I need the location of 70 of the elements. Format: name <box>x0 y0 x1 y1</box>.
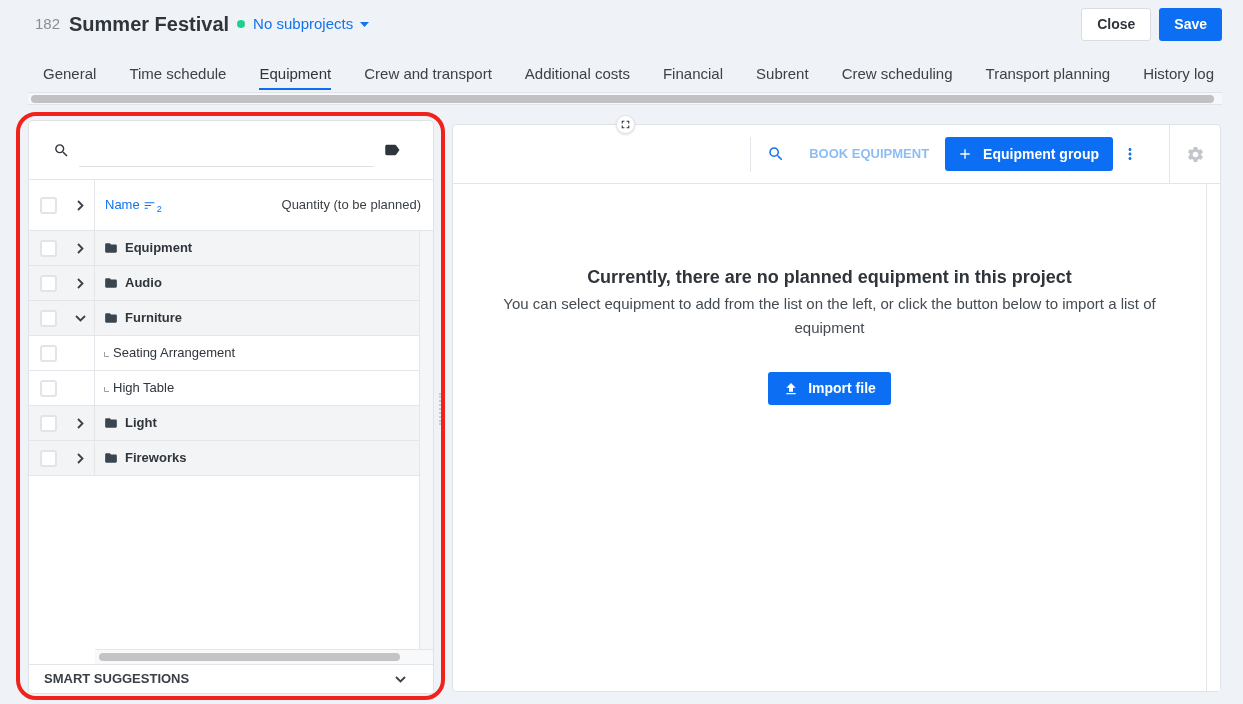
caret-icon <box>360 21 370 27</box>
group-name: Fireworks <box>125 449 187 468</box>
column-header[interactable]: Quantity (to be planned) <box>281 195 421 215</box>
branch-line-icon <box>104 351 109 357</box>
sort-order: 2 <box>156 204 162 214</box>
save-button[interactable]: Save <box>1159 7 1222 41</box>
checkbox[interactable] <box>40 344 57 362</box>
chevron-right-icon[interactable] <box>77 242 84 254</box>
scrollbar-thumb[interactable] <box>99 653 400 661</box>
scrollbar-track[interactable] <box>1206 184 1220 691</box>
fullscreen-icon <box>619 118 632 131</box>
empty-state-message: You can select equipment to add from the list on the left, or click the button below to import a list of equipment <box>502 294 1157 338</box>
table-row[interactable]: Light <box>29 406 419 441</box>
chevron-right-icon[interactable] <box>77 199 84 211</box>
tab[interactable]: Crew scheduling <box>841 62 953 90</box>
empty-state-title: Currently, there are no planned equipment in this project <box>587 266 1072 289</box>
checkbox[interactable] <box>40 274 57 292</box>
tab[interactable]: Time schedule <box>129 62 227 90</box>
horizontal-scrollbar[interactable] <box>28 92 1222 105</box>
group-name: Equipment <box>125 239 193 258</box>
subprojects-dropdown[interactable]: No subprojects <box>253 12 370 36</box>
checkbox[interactable] <box>40 449 57 467</box>
tab[interactable]: Subrent <box>756 62 809 90</box>
group-name: Furniture <box>125 309 183 328</box>
checkbox[interactable] <box>40 239 57 257</box>
branch-line-icon <box>104 386 109 392</box>
settings-icon[interactable] <box>1185 144 1205 164</box>
checkbox[interactable] <box>40 309 57 327</box>
checkbox[interactable] <box>40 379 57 397</box>
import-file-button[interactable]: Import file <box>768 372 891 405</box>
folder-icon <box>104 276 118 290</box>
folder-icon <box>104 311 118 325</box>
table-row[interactable]: High Table <box>29 371 419 406</box>
chevron-down-icon[interactable] <box>75 314 86 322</box>
tab[interactable]: Additional costs <box>524 62 630 90</box>
tab[interactable]: Crew and transport <box>364 62 492 90</box>
close-button[interactable]: Close <box>1081 7 1152 41</box>
group-name: Light <box>125 414 157 433</box>
scrollbar-thumb[interactable] <box>31 94 1214 103</box>
table-row[interactable]: Seating Arrangement <box>29 336 419 371</box>
table-row[interactable]: Furniture <box>29 301 419 336</box>
tab[interactable]: General <box>43 62 97 90</box>
checkbox[interactable] <box>40 196 57 214</box>
folder-icon <box>104 241 118 255</box>
folder-icon <box>104 451 118 465</box>
project-title: Summer Festival <box>69 12 230 37</box>
column-header[interactable]: Name 2 <box>105 195 162 215</box>
add-equipment-group-button[interactable]: Equipment group <box>945 137 1113 171</box>
table-row[interactable]: Equipment <box>29 231 419 266</box>
item-name: Seating Arrangement <box>113 344 236 363</box>
tab[interactable]: Equipment <box>259 62 332 90</box>
smart-suggestions-toggle[interactable]: SMART SUGGESTIONS <box>29 664 433 693</box>
resize-handle[interactable] <box>439 393 441 425</box>
chevron-right-icon[interactable] <box>77 452 84 464</box>
item-name: High Table <box>113 379 175 398</box>
scrollbar-track[interactable] <box>419 231 433 649</box>
checkbox[interactable] <box>40 414 57 432</box>
table-row[interactable]: Audio <box>29 266 419 301</box>
tab[interactable]: Transport planning <box>985 62 1111 90</box>
tab[interactable]: History log <box>1143 62 1214 90</box>
folder-icon <box>104 416 118 430</box>
group-name: Audio <box>125 274 162 293</box>
expand-button[interactable] <box>616 115 635 134</box>
tab[interactable]: Financial <box>662 62 723 90</box>
search-icon <box>53 141 70 159</box>
project-number: 182 <box>35 13 61 34</box>
chevron-right-icon[interactable] <box>77 417 84 429</box>
table-row[interactable]: Fireworks <box>29 441 419 476</box>
chevron-right-icon[interactable] <box>77 277 84 289</box>
horizontal-scrollbar[interactable] <box>95 649 433 664</box>
